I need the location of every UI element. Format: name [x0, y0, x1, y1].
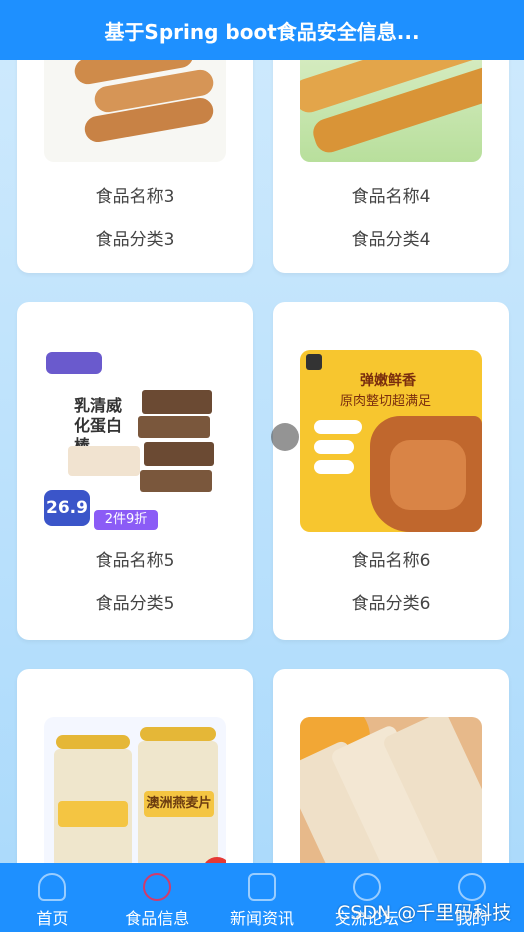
promo-badge: 2件9折: [94, 510, 158, 530]
oat-label: 澳洲燕麦片: [144, 791, 214, 817]
food-grid: 食品名称3 食品分类3 食品名称4 食品分类4 乳清威化蛋白棒 26.9: [0, 0, 524, 932]
tab-label: 新闻资讯: [229, 909, 294, 928]
food-name: 食品名称4: [351, 187, 431, 207]
food-category: 食品分类3: [95, 230, 175, 250]
food-name: 食品名称3: [95, 187, 175, 207]
forum-icon: [352, 873, 381, 901]
tab-label: 食品信息: [125, 909, 190, 928]
home-icon: [38, 873, 67, 901]
price-badge: 26.9: [44, 490, 90, 526]
tab-label: 首页: [36, 909, 69, 928]
news-icon: [247, 873, 276, 901]
food-category: 食品分类4: [351, 230, 431, 250]
tab-food-info[interactable]: 食品信息: [105, 863, 210, 932]
food-info-icon: [143, 873, 172, 901]
tab-news[interactable]: 新闻资讯: [210, 863, 315, 932]
tab-home[interactable]: 首页: [0, 863, 105, 932]
food-category: 食品分类6: [351, 594, 431, 614]
user-icon: [457, 873, 486, 901]
scroll-indicator: [271, 423, 299, 451]
jerky-subtitle: 原肉整切超满足: [340, 394, 432, 409]
food-card[interactable]: 乳清威化蛋白棒 26.9 2件9折 食品名称5 食品分类5: [17, 302, 253, 640]
food-category: 食品分类5: [95, 594, 175, 614]
app-header: 基于Spring boot食品安全信息...: [0, 0, 524, 60]
watermark-text: CSDN @千里码科技: [337, 902, 512, 924]
protein-bar-image: 乳清威化蛋白棒 26.9 2件9折: [44, 350, 226, 532]
oatmeal-jar-image: 澳洲燕麦片: [44, 717, 226, 887]
bread-image: [300, 717, 482, 887]
food-name: 食品名称6: [351, 551, 431, 571]
page-title: 基于Spring boot食品安全信息...: [104, 19, 420, 44]
food-name: 食品名称5: [95, 551, 175, 571]
jerky-title: 弹嫩鲜香: [360, 373, 416, 389]
jerky-image: 弹嫩鲜香 原肉整切超满足: [300, 350, 482, 532]
food-card[interactable]: 弹嫩鲜香 原肉整切超满足 食品名称6 食品分类6: [273, 302, 509, 640]
